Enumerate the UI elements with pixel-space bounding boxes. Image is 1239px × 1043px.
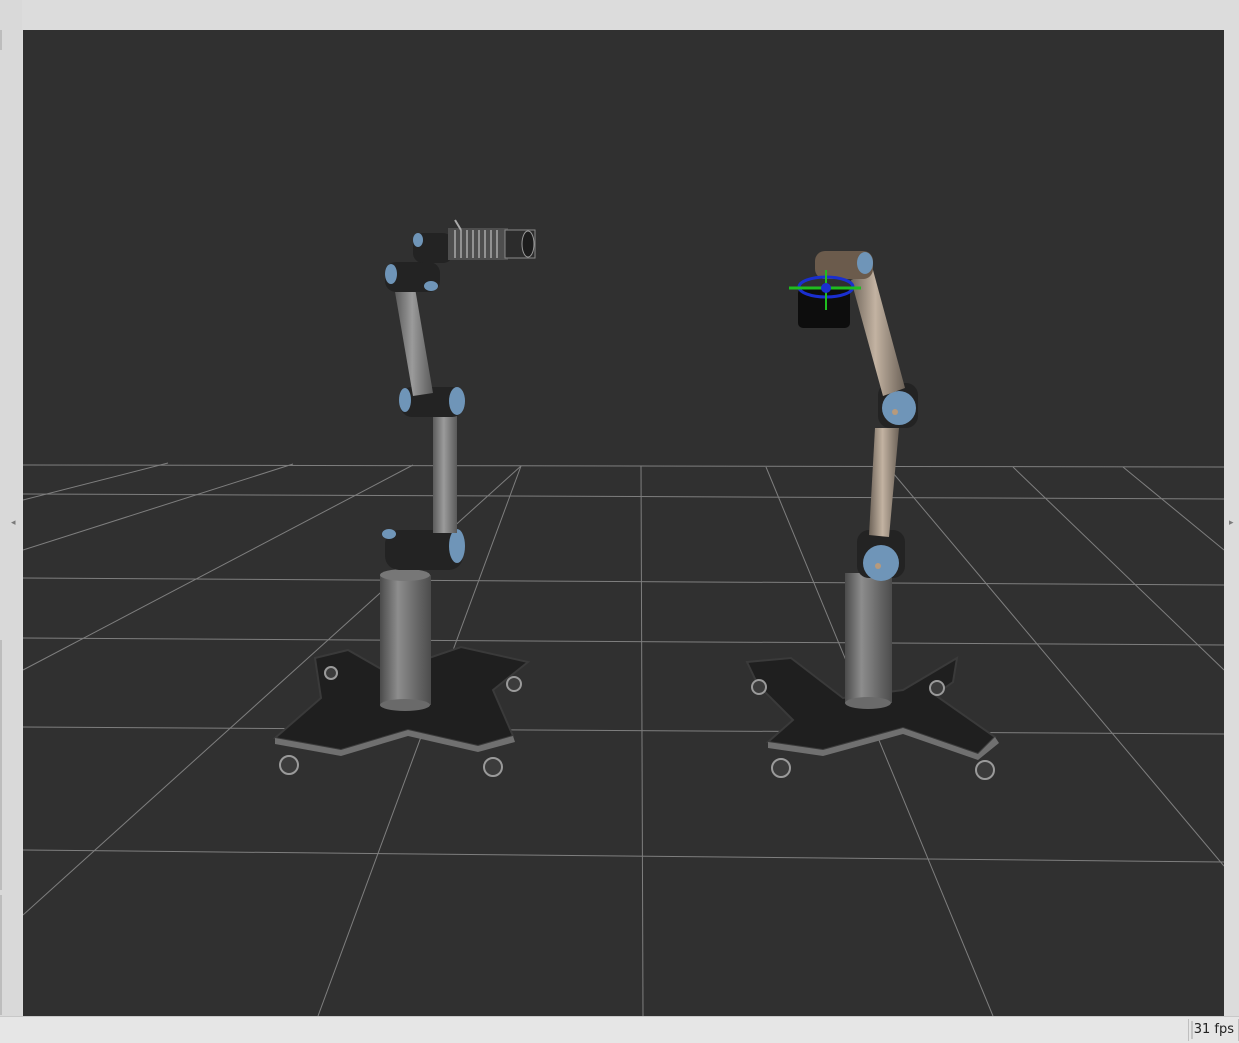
robot-arm-left[interactable] xyxy=(272,219,536,777)
dock-divider xyxy=(0,30,2,50)
dock-divider xyxy=(0,640,2,890)
status-bar: 31 fps xyxy=(0,1016,1239,1043)
gripper-tool xyxy=(448,219,536,260)
3d-render-viewport[interactable] xyxy=(23,30,1224,1016)
fps-counter: 31 fps xyxy=(1187,1019,1239,1041)
collapse-right-icon[interactable]: ▸ xyxy=(1229,518,1234,528)
ground-grid xyxy=(23,462,1224,1016)
collapse-left-icon[interactable]: ◂ xyxy=(11,518,16,528)
robot-arm-right[interactable] xyxy=(745,251,999,780)
dock-divider xyxy=(0,895,2,1015)
left-dock-strip xyxy=(0,0,22,1016)
